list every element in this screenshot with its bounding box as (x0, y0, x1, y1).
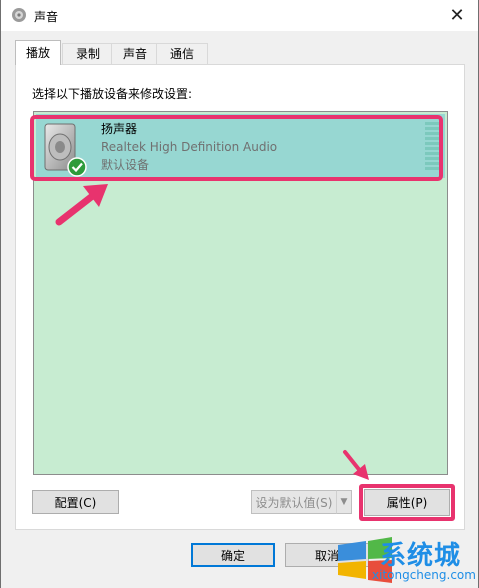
tab-recording[interactable]: 录制 (62, 43, 114, 64)
annotation-arrow (55, 184, 108, 226)
highlight-device-box (30, 115, 443, 181)
window-title: 声音 (34, 10, 59, 24)
speaker-title-icon (12, 8, 26, 22)
instruction-text: 选择以下播放设备来修改设置: (32, 87, 193, 101)
chevron-down-icon: ▼ (340, 497, 348, 507)
close-icon: ✕ (449, 4, 465, 26)
watermark-url: xitongcheng.com (372, 568, 476, 582)
sound-dialog: 声音 ✕ 播放 录制 声音 通信 选择以下播放设备来修改设置: 扬声器 Real… (0, 0, 479, 588)
tab-communications[interactable]: 通信 (156, 43, 208, 64)
configure-button[interactable]: 配置(C) (32, 490, 119, 514)
ok-button[interactable]: 确定 (191, 543, 275, 567)
set-default-dropdown[interactable]: ▼ (336, 490, 352, 514)
tab-sounds[interactable]: 声音 (111, 43, 159, 64)
watermark-text: 系统城 (380, 541, 462, 571)
close-button[interactable]: ✕ (442, 2, 472, 28)
title-bar: 声音 ✕ (1, 0, 478, 31)
annotation-arrow-2 (343, 450, 369, 480)
set-default-button[interactable]: 设为默认值(S) (251, 490, 337, 514)
highlight-properties-box (359, 484, 455, 521)
tab-playback[interactable]: 播放 (15, 40, 61, 65)
